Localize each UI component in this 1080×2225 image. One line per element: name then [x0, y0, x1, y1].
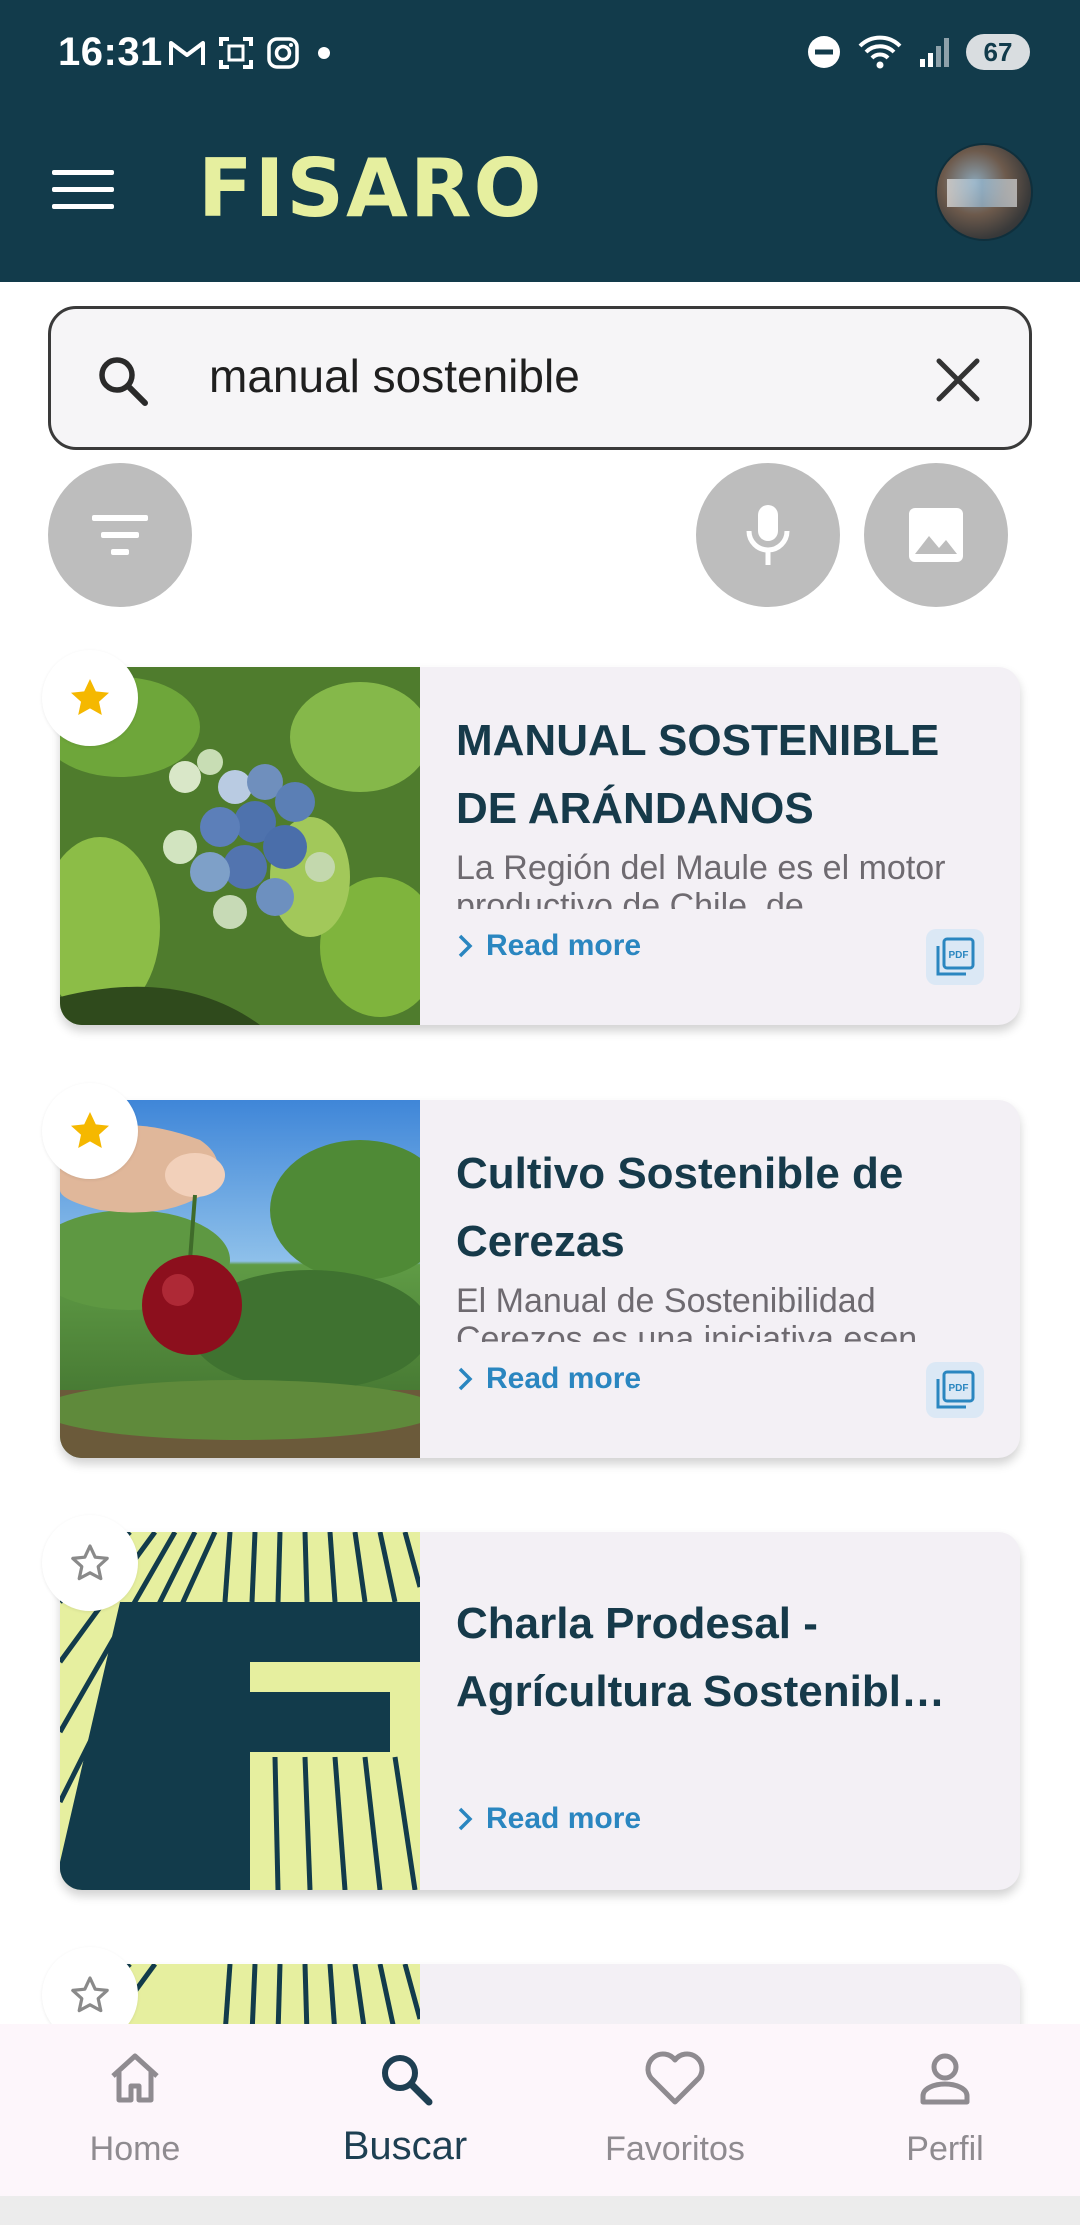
avatar[interactable] — [935, 143, 1033, 241]
menu-icon-bar — [52, 204, 114, 209]
filter-button[interactable] — [48, 463, 192, 607]
chevron-right-icon — [458, 934, 473, 958]
person-icon — [920, 2053, 970, 2105]
image-icon — [909, 508, 963, 562]
instagram-icon — [267, 37, 299, 69]
status-time: 16:31 — [58, 30, 163, 74]
search-input[interactable] — [209, 349, 889, 403]
heart-icon — [645, 2051, 705, 2105]
nav-label: Favoritos — [605, 2130, 745, 2168]
system-icons: 67 — [806, 34, 1030, 70]
pdf-icon[interactable]: PDF — [926, 929, 984, 985]
star-outline-icon — [71, 1976, 109, 2013]
dot-icon — [318, 47, 330, 59]
nav-label: Home — [89, 2130, 181, 2168]
bottom-navigation: Home Buscar Favoritos Perfil — [0, 2024, 1080, 2196]
read-more-label: Read more — [486, 929, 642, 962]
menu-button[interactable] — [52, 170, 114, 216]
menu-icon-bar — [52, 170, 114, 175]
star-filled-icon — [71, 1112, 109, 1148]
card-title: Cultivo Sostenible de Cerezas — [456, 1149, 904, 1266]
app-screen: 16:31 67 FISARO manual sostenible MANUAL… — [0, 0, 1080, 2225]
nav-buscar[interactable]: Buscar — [270, 2024, 540, 2196]
read-more-label: Read more — [486, 1362, 642, 1395]
result-card[interactable]: Cultivo Sostenible de Cerezas El Manual … — [60, 1100, 1020, 1458]
gesture-bar — [0, 2196, 1080, 2225]
star-filled-icon — [71, 679, 109, 715]
menu-icon-bar — [52, 187, 114, 192]
svg-text:PDF: PDF — [949, 1383, 969, 1394]
home-icon — [111, 2053, 159, 2103]
svg-text:PDF: PDF — [949, 950, 969, 961]
signal-icon — [920, 38, 949, 67]
nav-perfil[interactable]: Perfil — [810, 2024, 1080, 2196]
image-search-button[interactable] — [864, 463, 1008, 607]
card-title: Charla Prodesal - Agrícultura Sostenibl… — [456, 1599, 945, 1716]
read-more-link[interactable]: Read more — [456, 929, 641, 963]
pdf-icon[interactable]: PDF — [926, 1362, 984, 1418]
read-more-link[interactable]: Read more — [456, 1802, 641, 1836]
search-icon — [382, 2055, 433, 2106]
search-icon — [99, 357, 148, 406]
close-icon[interactable] — [929, 351, 987, 409]
result-card[interactable]: MANUAL SOSTENIBLE DE ARÁNDANOS La Región… — [60, 667, 1020, 1025]
nav-home[interactable]: Home — [0, 2024, 270, 2196]
app-logo: FISARO — [198, 142, 544, 235]
wifi-icon — [858, 35, 902, 69]
chevron-right-icon — [458, 1367, 473, 1391]
card-description: La Región del Maule es el motor producti… — [456, 849, 946, 909]
card-title: MANUAL SOSTENIBLE DE ARÁNDANOS — [456, 716, 940, 833]
screenshot-icon — [219, 37, 253, 69]
nav-label: Perfil — [906, 2130, 984, 2168]
read-more-label: Read more — [486, 1802, 642, 1835]
filter-icon — [92, 515, 148, 555]
favorite-toggle[interactable] — [42, 1083, 138, 1179]
result-card[interactable]: Charla Prodesal - Agrícultura Sostenibl…… — [60, 1532, 1020, 1890]
read-more-link[interactable]: Read more — [456, 1362, 641, 1396]
gmail-icon — [169, 41, 205, 65]
chevron-right-icon — [458, 1807, 473, 1831]
microphone-icon — [746, 505, 790, 565]
status-bar: 16:31 67 — [0, 0, 1080, 110]
card-description: El Manual de Sostenibilidad Cerezos es u… — [456, 1282, 918, 1342]
battery-indicator: 67 — [966, 34, 1030, 70]
dnd-icon — [808, 36, 840, 68]
search-bar — [48, 306, 1032, 450]
voice-search-button[interactable] — [696, 463, 840, 607]
app-header: 16:31 67 FISARO — [0, 0, 1080, 282]
nav-label: Buscar — [342, 2124, 468, 2168]
nav-favoritos[interactable]: Favoritos — [540, 2024, 810, 2196]
notification-icons — [168, 36, 336, 70]
star-outline-icon — [71, 1544, 109, 1581]
favorite-toggle[interactable] — [42, 650, 138, 746]
favorite-toggle[interactable] — [42, 1515, 138, 1611]
